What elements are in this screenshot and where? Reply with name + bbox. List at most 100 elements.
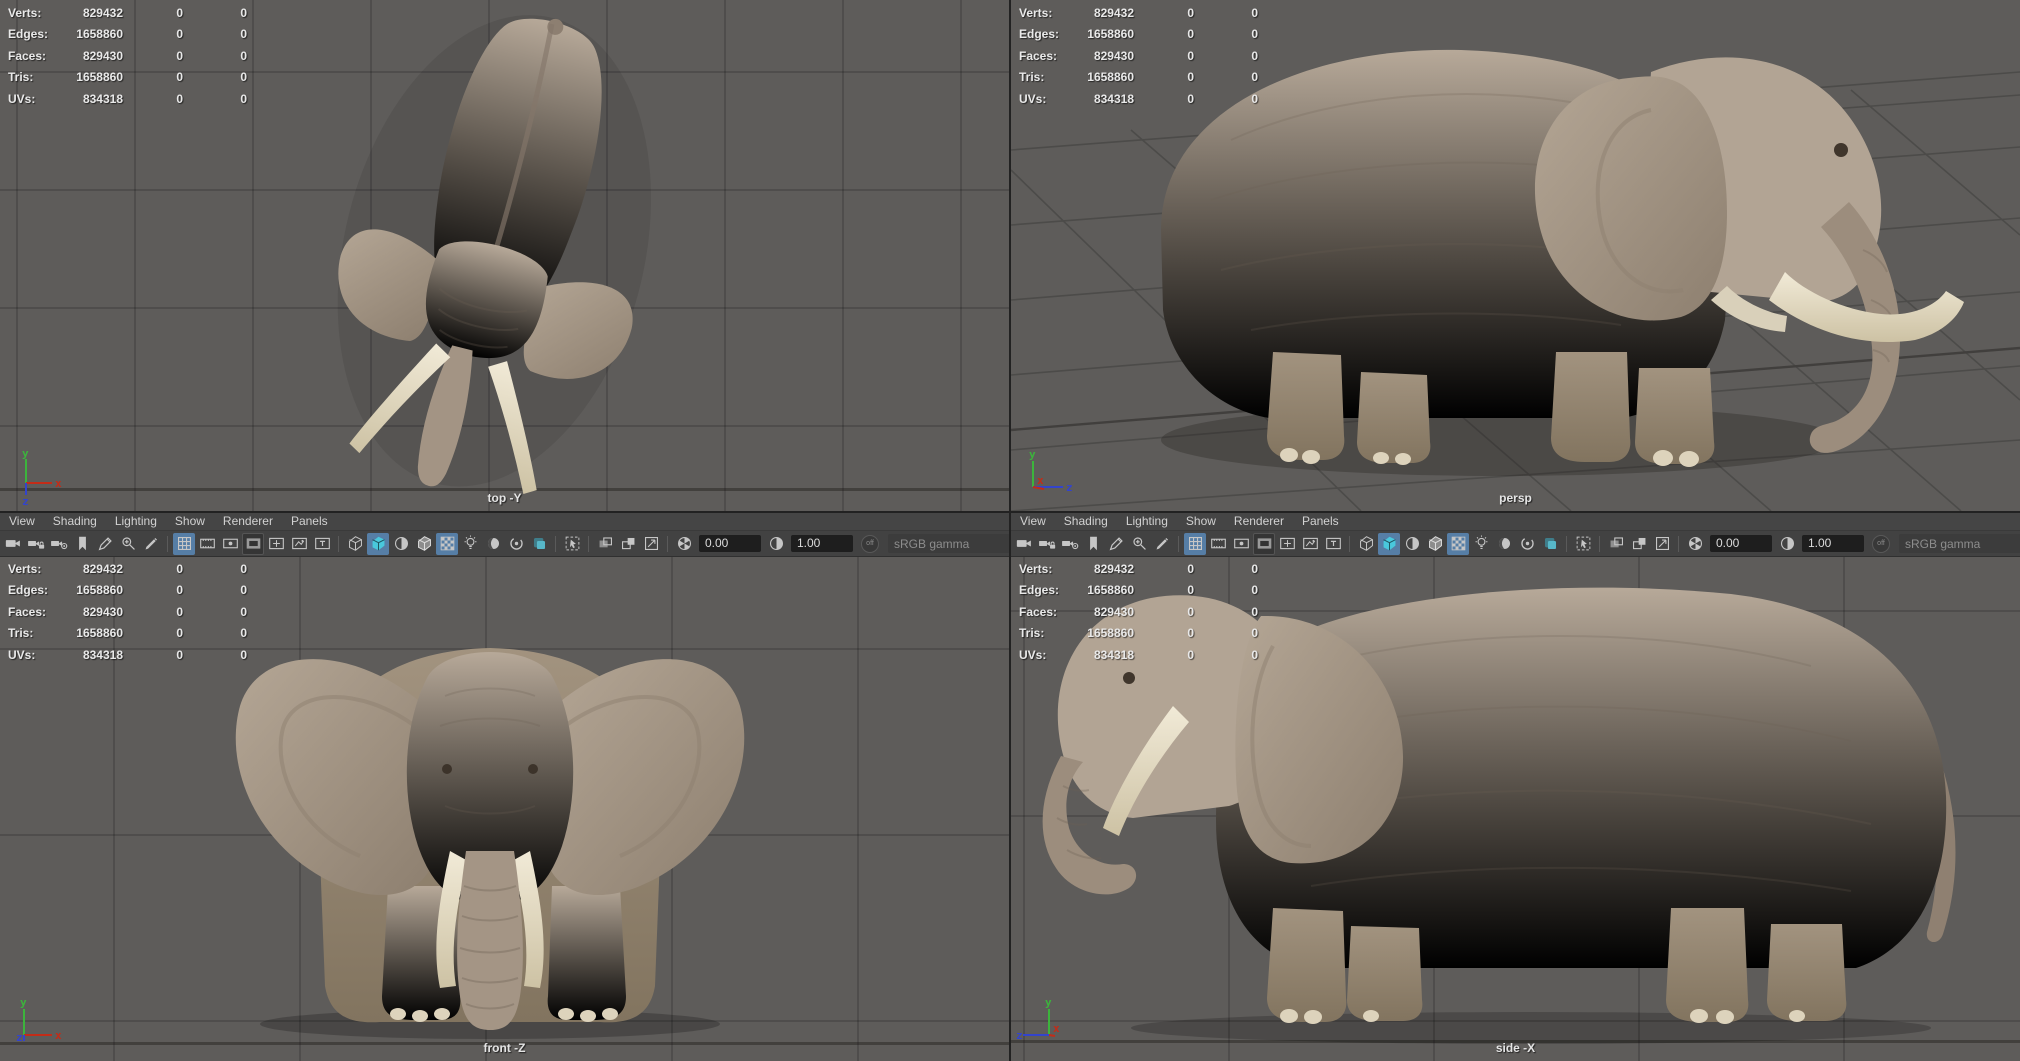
menu-shading[interactable]: Shading [1055,513,1117,530]
svg-text:y: y [22,447,29,460]
camera-select-button[interactable] [1013,533,1035,555]
motion-blur-button[interactable] [1539,533,1561,555]
menu-lighting[interactable]: Lighting [106,513,166,530]
axis-gizmo-front: y x z [16,996,62,1044]
xray-active-button[interactable] [640,533,662,555]
menu-view[interactable]: View [1011,513,1055,530]
shadows-button[interactable] [482,533,504,555]
isolate-select-button[interactable] [561,533,583,555]
gate-mask-button[interactable] [1253,532,1275,555]
resolution-gate-icon [222,535,239,552]
exposure-field[interactable]: 0.00 [1710,535,1772,552]
xray-active-button[interactable] [1651,533,1673,555]
lights-button[interactable] [1470,533,1492,555]
grid-toggle-button[interactable] [1184,532,1206,555]
hud-total: 1658860 [1087,626,1134,641]
grease-pencil-button[interactable] [94,533,116,555]
isolate-select-icon [564,535,581,552]
film-gate-button[interactable] [196,533,218,555]
exposure-button[interactable] [673,533,695,555]
wireframe-button[interactable] [1355,533,1377,555]
gate-mask-button[interactable] [242,532,264,555]
menu-view[interactable]: View [0,513,44,530]
camera-attributes-button[interactable] [1059,533,1081,555]
viewport-side[interactable]: Verts: 829432 0 0 Edges: 1658860 0 0 Faces: 829… [1011,556,2020,1061]
viewport-persp[interactable]: Verts: 829432 0 0 Edges: 1658860 0 0 Faces: 829… [1011,0,2020,511]
xray-joints-button[interactable] [1628,533,1650,555]
textured-button[interactable] [436,532,458,555]
motion-blur-button[interactable] [528,533,550,555]
grid-toggle-button[interactable] [173,532,195,555]
bookmark-button[interactable] [71,533,93,555]
menu-show[interactable]: Show [166,513,214,530]
hud-col3: 0 [1251,583,1258,598]
flat-shade-button[interactable] [1401,533,1423,555]
camera-lock-button[interactable] [1036,533,1058,555]
camera-select-button[interactable] [2,533,24,555]
lights-button[interactable] [459,533,481,555]
menu-shading[interactable]: Shading [44,513,106,530]
field-chart-icon [1279,535,1296,552]
ambient-occlusion-icon [508,535,525,552]
wireframe-on-shaded-button[interactable] [413,533,435,555]
gamma-preset-dropdown[interactable]: sRGB gamma ▼ [888,534,1009,553]
menu-show[interactable]: Show [1177,513,1225,530]
occlusion-button[interactable] [505,533,527,555]
bookmark-button[interactable] [1082,533,1104,555]
toolbar-separator [1566,535,1567,552]
field-chart-button[interactable] [1276,533,1298,555]
xray-button[interactable] [594,533,616,555]
menu-lighting[interactable]: Lighting [1117,513,1177,530]
marker-button[interactable] [140,533,162,555]
viewport-front[interactable]: Verts: 829432 0 0 Edges: 1658860 0 0 Faces: 829… [0,556,1009,1061]
marker-button[interactable] [1151,533,1173,555]
pan-zoom-button[interactable] [1128,533,1150,555]
contrast-button[interactable] [765,533,787,555]
pan-zoom-button[interactable] [117,533,139,555]
hud-row: UVs: 834318 0 0 [1019,644,1258,666]
xray-joints-button[interactable] [617,533,639,555]
gamma-field[interactable]: 1.00 [1802,535,1864,552]
camera-lock-button[interactable] [25,533,47,555]
contrast-button[interactable] [1776,533,1798,555]
grease-pencil-button[interactable] [1105,533,1127,555]
exposure-icon [1687,535,1704,552]
wireframe-on-shaded-icon [416,535,433,552]
viewport-panel-top: Verts: 829432 0 0 Edges: 1658860 0 0 Faces: 829… [0,0,1009,511]
textured-button[interactable] [1447,532,1469,555]
gamma-preset-dropdown[interactable]: sRGB gamma ▼ [1899,534,2020,553]
gate-mask-icon [245,535,262,552]
wireframe-button[interactable] [344,533,366,555]
safe-action-button[interactable] [288,533,310,555]
xray-button[interactable] [1605,533,1627,555]
camera-attributes-button[interactable] [48,533,70,555]
hud-row: Faces: 829430 0 0 [1019,45,1258,67]
isolate-select-button[interactable] [1572,533,1594,555]
occlusion-button[interactable] [1516,533,1538,555]
flat-shade-button[interactable] [390,533,412,555]
hud-col2: 0 [176,583,183,598]
wireframe-on-shaded-button[interactable] [1424,533,1446,555]
menu-panels[interactable]: Panels [1293,513,1348,530]
exposure-button[interactable] [1684,533,1706,555]
hud-row: Verts: 829432 0 0 [8,2,247,24]
exposure-field[interactable]: 0.00 [699,535,761,552]
menu-panels[interactable]: Panels [282,513,337,530]
field-chart-button[interactable] [265,533,287,555]
menu-renderer[interactable]: Renderer [214,513,282,530]
safe-action-button[interactable] [1299,533,1321,555]
safe-title-button[interactable] [1322,533,1344,555]
safe-title-button[interactable] [311,533,333,555]
hud-col2: 0 [1187,27,1194,42]
viewport-top[interactable]: Verts: 829432 0 0 Edges: 1658860 0 0 Faces: 829… [0,0,1009,511]
gamma-field[interactable]: 1.00 [791,535,853,552]
shadows-button[interactable] [1493,533,1515,555]
smooth-shade-button[interactable] [1378,532,1400,555]
hud-label: UVs: [8,91,36,106]
hud-row: Verts: 829432 0 0 [1019,558,1258,580]
smooth-shade-button[interactable] [367,532,389,555]
menu-renderer[interactable]: Renderer [1225,513,1293,530]
resolution-gate-button[interactable] [1230,533,1252,555]
resolution-gate-button[interactable] [219,533,241,555]
film-gate-button[interactable] [1207,533,1229,555]
